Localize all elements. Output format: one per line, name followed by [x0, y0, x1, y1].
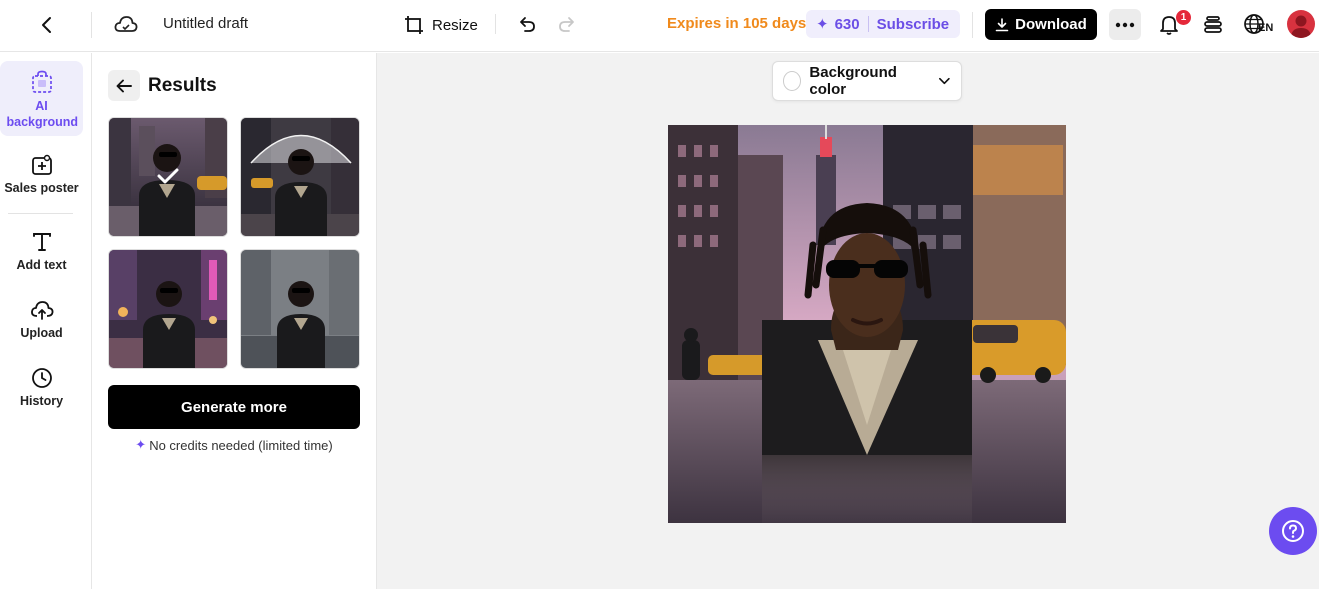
result-image-grey-city: [241, 250, 359, 368]
result-image-umbrella: [241, 118, 359, 236]
result-thumbnail[interactable]: [240, 117, 360, 237]
portrait-city-scene: [668, 125, 1066, 523]
credits-note: ✦ No credits needed (limited time): [108, 437, 360, 453]
download-button[interactable]: Download: [985, 9, 1097, 40]
more-dots-icon: [1115, 22, 1135, 27]
more-options-button[interactable]: [1109, 9, 1141, 40]
user-icon: [1291, 15, 1311, 38]
arrow-left-icon: [116, 79, 132, 92]
sidebar-item-upload[interactable]: Upload: [0, 299, 83, 341]
upload-cloud-icon: [30, 301, 53, 320]
sidebar-item-label: Add text: [16, 258, 67, 272]
help-button[interactable]: [1269, 507, 1317, 555]
results-back-button[interactable]: [108, 70, 140, 101]
sidebar-item-label: History: [19, 394, 64, 408]
background-color-button[interactable]: Background color: [772, 61, 962, 101]
download-icon: [995, 17, 1009, 31]
resize-button[interactable]: Resize: [404, 12, 478, 38]
text-icon: [32, 233, 51, 251]
divider: [867, 16, 869, 32]
subscribe-link[interactable]: Subscribe: [877, 16, 950, 33]
sidebar-item-add-text[interactable]: Add text: [0, 231, 83, 273]
cloud-save-icon[interactable]: [113, 12, 139, 38]
credits-pill[interactable]: ✦ 630 Subscribe: [806, 10, 960, 38]
layers-button[interactable]: [1200, 11, 1226, 37]
chevron-left-icon: [42, 17, 51, 33]
divider: [8, 213, 73, 214]
resize-label: Resize: [432, 16, 478, 34]
document-title[interactable]: Untitled draft: [163, 15, 248, 32]
sparkle-icon: ✦: [135, 437, 147, 452]
sales-poster-icon: [31, 154, 52, 175]
undo-button[interactable]: [514, 11, 540, 37]
stack-icon: [1204, 16, 1222, 33]
resize-icon: [405, 16, 423, 34]
divider: [495, 14, 496, 34]
redo-icon: [559, 17, 574, 32]
sidebar-item-label: Sales poster: [4, 181, 79, 195]
ai-background-icon: [31, 70, 52, 93]
history-clock-icon: [31, 368, 52, 388]
sidebar-item-ai-background[interactable]: AI background: [0, 70, 83, 130]
redo-button[interactable]: [554, 11, 580, 37]
sparkle-icon: ✦: [816, 16, 829, 33]
result-thumbnail[interactable]: [108, 117, 228, 237]
sidebar-item-label: Upload: [20, 326, 63, 340]
credits-note-text: No credits needed (limited time): [149, 437, 333, 453]
credit-count: 630: [834, 15, 860, 33]
result-image-neon: [109, 250, 227, 368]
editor-canvas: Background color: [377, 53, 1319, 589]
color-swatch: [783, 71, 802, 91]
sidebar-item-history[interactable]: History: [0, 367, 83, 409]
download-label: Download: [1015, 16, 1087, 33]
divider: [972, 12, 973, 38]
panel-title: Results: [148, 75, 217, 96]
back-button[interactable]: [32, 10, 62, 40]
artboard-image[interactable]: [668, 125, 1066, 523]
background-color-label: Background color: [809, 64, 897, 98]
divider: [91, 12, 92, 38]
notification-badge: 1: [1176, 10, 1191, 25]
language-code: EN: [1258, 22, 1274, 34]
checkmark-icon: [157, 168, 179, 184]
sidebar-item-label: AI background: [6, 99, 79, 129]
results-panel: Results Generate more ✦ No credits neede…: [92, 53, 377, 589]
generate-more-button[interactable]: Generate more: [108, 385, 360, 429]
top-bar: Untitled draft Resize Expires in 105 day…: [0, 0, 1319, 52]
chevron-down-icon: [939, 77, 950, 85]
undo-icon: [520, 17, 535, 32]
avatar[interactable]: [1287, 10, 1315, 38]
result-thumbnail[interactable]: [240, 249, 360, 369]
expiry-notice: Expires in 105 days: [667, 15, 807, 32]
sidebar-item-sales-poster[interactable]: Sales poster: [0, 154, 83, 196]
help-icon: [1282, 520, 1304, 542]
result-thumbnail[interactable]: [108, 249, 228, 369]
left-toolbar: AI background Sales poster Add text Uplo…: [0, 53, 92, 589]
